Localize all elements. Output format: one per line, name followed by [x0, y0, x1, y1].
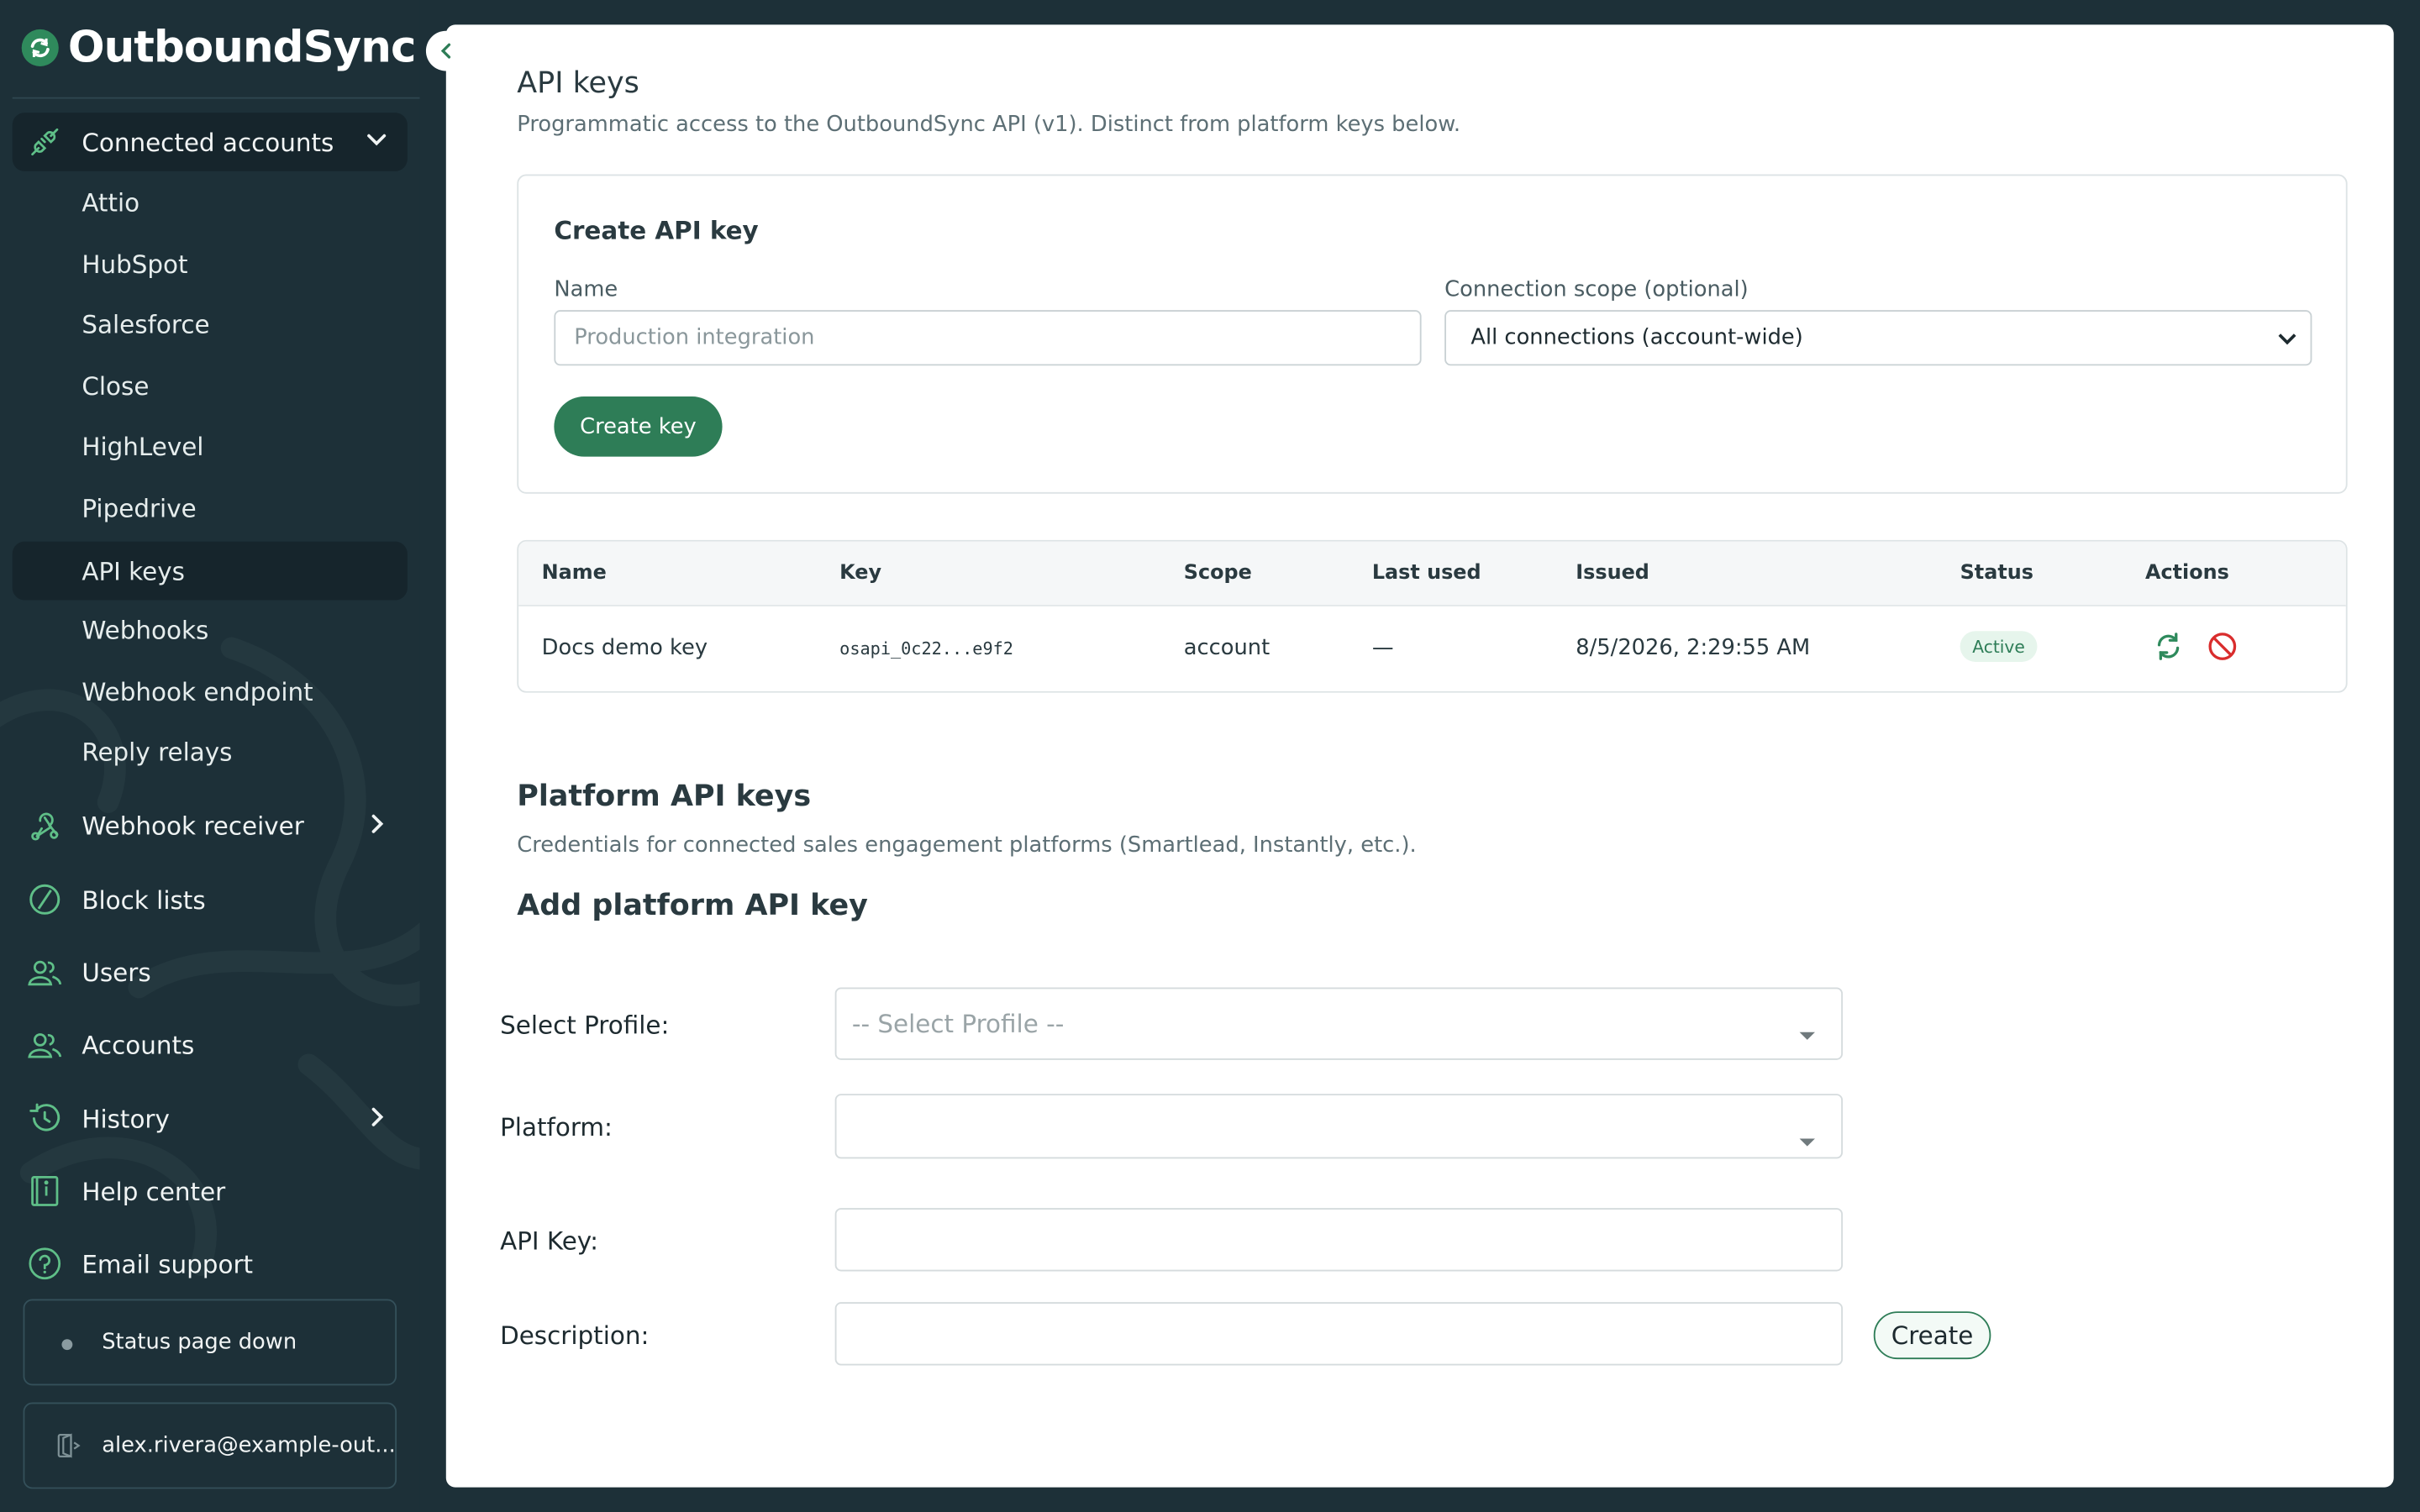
sidebar-item-label: Users [82, 957, 151, 987]
sidebar: OutboundSync Connected accounts Attio Hu… [0, 0, 420, 1512]
accounts-icon [28, 1027, 62, 1068]
user-menu[interactable]: alex.rivera@example-out... [23, 1402, 397, 1489]
divider [12, 97, 420, 99]
create-key-button[interactable]: Create key [554, 396, 723, 457]
sidebar-group-label: Connected accounts [82, 127, 334, 157]
platform-select[interactable] [834, 1094, 1844, 1159]
column-header: Status [1960, 561, 2033, 585]
sidebar-item-label: Email support [82, 1248, 254, 1278]
sidebar-item-reply-relays[interactable]: Reply relays [13, 722, 408, 781]
logout-icon [55, 1433, 81, 1464]
rotate-key-button[interactable] [2153, 631, 2184, 668]
brand-name: OutboundSync [67, 21, 417, 73]
description-input[interactable] [834, 1302, 1844, 1366]
sync-icon [21, 28, 59, 66]
api-keys-table: Name Key Scope Last used Issued Status A… [517, 539, 2348, 693]
book-icon [28, 1174, 61, 1215]
scope-label: Connection scope (optional) [1444, 277, 1749, 302]
main-content: API keys Programmatic access to the Outb… [445, 24, 2394, 1488]
column-header: Last used [1371, 561, 1481, 585]
sidebar-item-help-center[interactable]: Help center [13, 1160, 408, 1221]
scope-select-value: All connections (account-wide) [1470, 325, 1803, 350]
sidebar-item-label: Block lists [82, 885, 206, 915]
api-key-input[interactable] [834, 1208, 1844, 1272]
column-header: Name [541, 561, 607, 585]
sidebar-item-label: Webhook receiver [82, 811, 304, 841]
block-icon [28, 883, 61, 923]
sidebar-item-pipedrive[interactable]: Pipedrive [13, 478, 408, 537]
sidebar-item-users[interactable]: Users [13, 941, 408, 1002]
sidebar-item-highlevel[interactable]: HighLevel [13, 417, 408, 475]
sidebar-item-history[interactable]: History [13, 1088, 408, 1149]
sidebar-item-block-lists[interactable]: Block lists [13, 869, 408, 930]
column-header: Issued [1576, 561, 1649, 585]
create-api-key-card: Create API key Name Production integrati… [517, 174, 2348, 494]
key-issued: 8/5/2026, 2:29:55 AM [1576, 635, 1811, 661]
api-key-label: API Key: [500, 1226, 598, 1257]
refresh-icon [2153, 633, 2184, 668]
chevron-down-icon [364, 128, 388, 159]
status-badge: Active [1960, 631, 2038, 662]
key-last-used: — [1371, 635, 1394, 661]
description-label: Description: [500, 1320, 650, 1351]
create-platform-key-button[interactable]: Create [1873, 1311, 1991, 1360]
brand[interactable]: OutboundSync [21, 21, 417, 73]
sidebar-item-api-keys[interactable]: API keys [12, 541, 408, 601]
key-scope: account [1183, 635, 1270, 661]
status-dot [61, 1339, 73, 1351]
revoke-key-button[interactable] [2207, 631, 2238, 668]
profile-placeholder: -- Select Profile -- [851, 1009, 1065, 1039]
sidebar-group-connected-accounts[interactable]: Connected accounts [12, 113, 408, 171]
sidebar-item-email-support[interactable]: Email support [13, 1233, 408, 1294]
dropdown-arrow-icon [1798, 1020, 1817, 1049]
column-header: Actions [2145, 561, 2229, 585]
column-header: Key [839, 561, 882, 585]
profile-select[interactable]: -- Select Profile -- [834, 987, 1844, 1060]
chevron-down-icon [2276, 327, 2298, 354]
page-title: API keys [517, 66, 639, 101]
name-label: Name [554, 277, 618, 302]
dropdown-arrow-icon [1798, 1126, 1817, 1156]
page-subtitle: Programmatic access to the OutboundSync … [517, 113, 1461, 138]
sidebar-item-webhooks[interactable]: Webhooks [13, 600, 408, 659]
profile-label: Select Profile: [500, 1011, 670, 1040]
name-input[interactable]: Production integration [554, 310, 1422, 366]
sidebar-item-webhook-endpoint[interactable]: Webhook endpoint [13, 662, 408, 721]
add-platform-title: Add platform API key [517, 888, 868, 923]
plug-icon [28, 125, 61, 165]
platform-section-subtitle: Credentials for connected sales engageme… [517, 832, 1417, 858]
platform-section-title: Platform API keys [517, 779, 812, 813]
help-icon [28, 1247, 61, 1287]
chevron-right-icon [364, 1105, 388, 1136]
users-icon [28, 955, 62, 995]
sidebar-item-label: Help center [82, 1176, 226, 1206]
collapse-sidebar-button[interactable] [425, 30, 466, 71]
chevron-left-icon [437, 36, 455, 66]
sidebar-item-hubspot[interactable]: HubSpot [13, 234, 408, 293]
sidebar-item-label: Accounts [82, 1029, 195, 1059]
sidebar-item-salesforce[interactable]: Salesforce [13, 295, 408, 354]
sidebar-item-label: History [82, 1104, 170, 1134]
column-header: Scope [1183, 561, 1252, 585]
user-email: alex.rivera@example-out... [102, 1433, 396, 1458]
block-icon [2207, 633, 2238, 668]
key-value: osapi_0c22...e9f2 [839, 638, 1013, 659]
status-indicator[interactable]: Status page down [23, 1299, 397, 1386]
sidebar-item-close[interactable]: Close [13, 356, 408, 415]
scope-select[interactable]: All connections (account-wide) [1444, 310, 2312, 366]
card-title: Create API key [554, 216, 759, 246]
sidebar-item-accounts[interactable]: Accounts [13, 1014, 408, 1075]
webhook-icon [28, 808, 61, 848]
table-header: Name Key Scope Last used Issued Status A… [518, 541, 2346, 606]
sidebar-item-webhook-receiver[interactable]: Webhook receiver [13, 795, 408, 856]
platform-label: Platform: [500, 1112, 613, 1142]
key-name: Docs demo key [541, 635, 708, 661]
sidebar-item-attio[interactable]: Attio [13, 173, 408, 232]
history-icon [28, 1101, 61, 1142]
status-text: Status page down [102, 1330, 297, 1355]
chevron-right-icon [364, 811, 388, 843]
